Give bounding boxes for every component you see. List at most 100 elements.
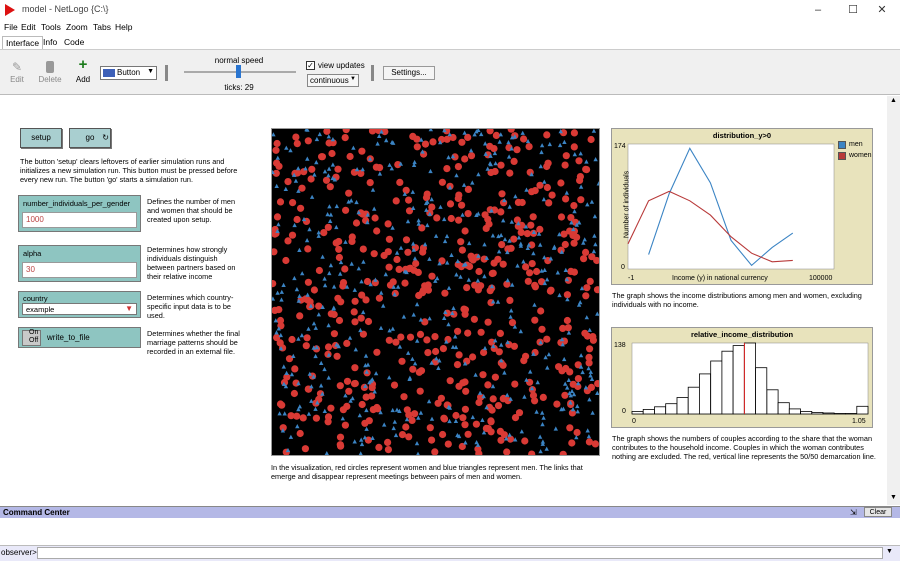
woman-agent	[557, 179, 565, 187]
vertical-scrollbar[interactable]: ▲ ▼	[887, 96, 900, 505]
man-agent	[359, 441, 365, 447]
man-agent	[327, 204, 332, 209]
man-agent	[353, 347, 358, 352]
woman-agent	[543, 131, 551, 139]
scroll-down-icon[interactable]: ▼	[890, 494, 897, 501]
woman-agent	[289, 199, 297, 207]
delete-button[interactable]: Delete	[38, 75, 62, 84]
alpha-input[interactable]: alpha 30	[18, 245, 141, 282]
settings-button[interactable]: Settings...	[383, 66, 435, 80]
menu-help[interactable]: Help	[115, 22, 132, 32]
minimize-icon[interactable]: –	[808, 2, 828, 18]
woman-agent	[567, 267, 575, 275]
man-agent	[307, 227, 312, 232]
man-agent	[360, 167, 365, 172]
menu-tools[interactable]: Tools	[41, 22, 61, 32]
y-max-label: 174	[614, 143, 626, 150]
observer-prompt[interactable]: observer>	[1, 548, 37, 557]
chevron-down-icon: ▼	[147, 68, 154, 75]
expand-icon[interactable]: ⇲	[850, 508, 857, 517]
woman-agent	[484, 215, 492, 223]
man-agent	[429, 416, 435, 421]
woman-agent	[506, 296, 514, 304]
man-agent	[468, 148, 474, 153]
add-button[interactable]: Add	[74, 75, 92, 84]
command-input[interactable]	[37, 547, 883, 559]
speed-slider-thumb[interactable]	[236, 65, 241, 78]
woman-agent	[312, 414, 320, 422]
chevron-down-icon: ▼	[125, 304, 133, 313]
menu-tabs[interactable]: Tabs	[93, 22, 111, 32]
number-individuals-value[interactable]: 1000	[22, 212, 137, 228]
man-agent	[482, 274, 487, 279]
woman-agent	[484, 381, 492, 389]
woman-agent	[573, 428, 581, 437]
menu-edit[interactable]: Edit	[21, 22, 36, 32]
setup-button[interactable]: setup	[20, 128, 62, 148]
woman-agent	[297, 204, 305, 212]
man-agent	[449, 252, 454, 257]
man-agent	[541, 415, 546, 420]
man-agent	[429, 197, 434, 202]
man-agent	[588, 373, 593, 378]
man-agent	[313, 353, 318, 359]
woman-agent	[302, 342, 310, 350]
histogram-bar	[755, 367, 768, 415]
woman-agent	[318, 153, 326, 161]
x-axis-label: Income (y) in national currency	[672, 275, 768, 282]
tab-interface[interactable]: Interface	[2, 36, 44, 49]
woman-agent	[589, 333, 597, 341]
man-agent	[314, 136, 320, 142]
woman-agent	[431, 448, 439, 456]
edit-button[interactable]: Edit	[8, 75, 26, 84]
man-agent	[361, 259, 366, 264]
write-to-file-switch[interactable]: On Off write_to_file	[18, 327, 141, 348]
woman-agent	[458, 138, 466, 146]
view-updates-checkbox[interactable]: ✓	[306, 61, 315, 70]
man-agent	[596, 181, 601, 186]
woman-agent	[392, 197, 400, 205]
menu-zoom[interactable]: Zoom	[66, 22, 88, 32]
man-agent	[518, 329, 523, 334]
man-agent	[479, 131, 484, 137]
man-agent	[552, 244, 557, 249]
man-agent	[390, 326, 395, 331]
number-individuals-input[interactable]: number_individuals_per_gender 1000	[18, 195, 141, 232]
man-agent	[311, 321, 317, 326]
man-agent	[361, 309, 366, 315]
go-button[interactable]: go ↻	[69, 128, 111, 148]
country-chooser[interactable]: country example ▼	[18, 291, 141, 318]
world-view[interactable]	[269, 125, 602, 458]
woman-agent	[375, 294, 383, 302]
man-agent	[477, 390, 483, 395]
country-select[interactable]: example ▼	[22, 303, 137, 315]
command-center-title: Command Center	[3, 508, 70, 517]
widget-type-select[interactable]: Button ▼	[100, 66, 157, 80]
clear-button[interactable]: Clear	[864, 507, 892, 517]
man-agent	[356, 266, 361, 271]
man-agent	[364, 407, 369, 413]
man-agent	[557, 292, 562, 298]
ticks-counter: ticks: 29	[224, 83, 254, 92]
menu-file[interactable]: File	[4, 22, 18, 32]
histogram-bar	[766, 389, 779, 415]
maximize-icon[interactable]: ☐	[843, 2, 863, 18]
histogram-bar	[665, 403, 678, 415]
history-dropdown-icon[interactable]: ▼	[886, 548, 893, 555]
woman-agent	[466, 262, 474, 271]
woman-agent	[503, 448, 511, 456]
update-mode-select[interactable]: continuous ▼	[307, 74, 359, 87]
close-icon[interactable]: ✕	[872, 2, 892, 18]
woman-agent	[439, 345, 447, 353]
man-agent	[507, 204, 512, 209]
man-agent	[433, 233, 439, 238]
woman-agent	[559, 324, 567, 332]
woman-agent	[585, 359, 593, 367]
tab-code[interactable]: Code	[61, 36, 87, 49]
woman-agent	[291, 365, 299, 373]
alpha-value[interactable]: 30	[22, 262, 137, 278]
tab-info[interactable]: Info	[40, 36, 60, 49]
woman-agent	[438, 135, 446, 144]
scroll-up-icon[interactable]: ▲	[890, 97, 897, 104]
man-agent	[442, 216, 447, 222]
